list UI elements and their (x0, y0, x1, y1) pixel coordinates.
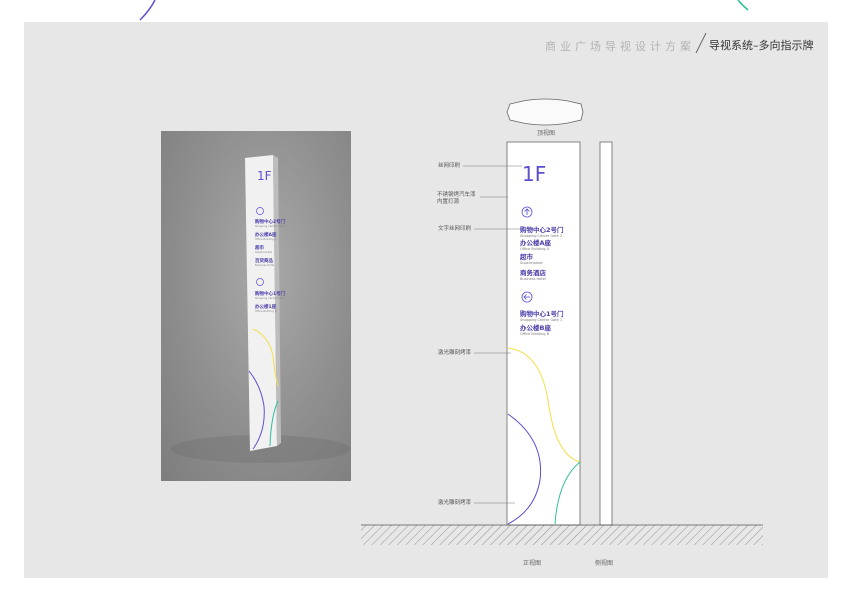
ground-hatch (361, 525, 763, 545)
sign-destination-1: 购物中心2号门 Shopping Center Gate 2 (520, 226, 564, 238)
callout-laser-2: 激光雕刻烤漆 (438, 500, 472, 506)
callout-laser-1: 激光雕刻烤漆 (438, 350, 472, 356)
sign-destination-3: 超市 Supermarket (520, 253, 543, 265)
callout-material-line2: 内置灯源 (437, 199, 460, 205)
sign-destination-6: 办公楼B座 Office Building B (520, 324, 551, 336)
top-view-outline (506, 98, 584, 126)
side-view-label: 侧视图 (595, 560, 614, 567)
side-view-outline (599, 141, 613, 526)
sign-destination-2: 办公楼A座 Office Building A (520, 239, 552, 251)
sign-destination-4: 商务酒店 Business Hotel (520, 269, 546, 281)
top-view-label: 顶视图 (537, 130, 556, 137)
front-view-label: 正视图 (523, 560, 542, 567)
callout-material-line1: 不锈钢烤汽车漆 (437, 192, 476, 198)
callout-material: 不锈钢烤汽车漆 内置灯源 (437, 192, 476, 206)
callout-silkscreen: 丝网印刷 (438, 163, 461, 169)
sign-destination-5: 购物中心1号门 Shopping Center Gate 1 (520, 310, 564, 322)
technical-drawing (361, 98, 763, 545)
callout-text-silkscreen: 文字丝网印刷 (438, 226, 472, 232)
sign-floor-label: 1F (522, 162, 547, 186)
